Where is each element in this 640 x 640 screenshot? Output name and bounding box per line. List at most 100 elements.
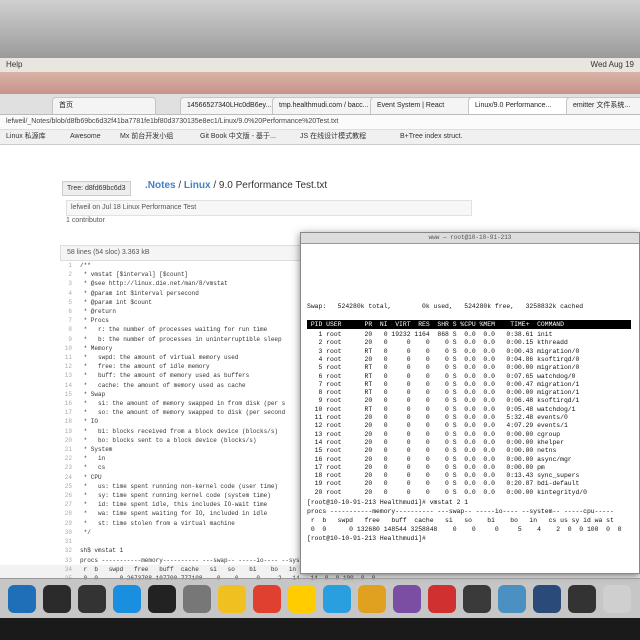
dock-app-icon[interactable] [358, 585, 386, 613]
code-text: * free: the amount of idle memory [80, 363, 210, 371]
terminal-window[interactable]: www — root@10-10-91-213 Swap: 524280k to… [300, 232, 640, 574]
contributors-count[interactable]: 1 contributor [66, 217, 105, 224]
code-text: * CPU [80, 473, 102, 481]
bookmark-item[interactable]: JS 在线设计模式教程 [300, 130, 366, 144]
line-number[interactable]: 11 [60, 353, 72, 362]
line-number[interactable]: 17 [60, 408, 72, 417]
line-number[interactable]: 6 [60, 307, 72, 316]
breadcrumb-folder[interactable]: Linux [184, 180, 211, 191]
line-number[interactable]: 24 [60, 473, 72, 482]
line-number[interactable]: 20 [60, 436, 72, 445]
process-row: 13 root 20 0 0 0 0 S 0.0 0.0 0:00.00 cgr… [307, 430, 561, 438]
code-line: 10 * Memory [60, 344, 320, 353]
dock-app-icon[interactable] [8, 585, 36, 613]
dock-app-icon[interactable] [603, 585, 631, 613]
code-text: sh$ vmstat 1 [80, 547, 124, 555]
dock-app-icon[interactable] [568, 585, 596, 613]
process-row: 6 root RT 0 0 0 0 S 0.0 0.0 0:07.65 watc… [307, 372, 576, 380]
dock-app-icon[interactable] [218, 585, 246, 613]
bookmark-item[interactable]: Git Book 中文版 - 基于... [200, 130, 276, 144]
code-text: * cs [80, 464, 106, 472]
background-wall [0, 0, 640, 58]
line-number[interactable]: 8 [60, 325, 72, 334]
dock-app-icon[interactable] [288, 585, 316, 613]
line-number[interactable]: 14 [60, 381, 72, 390]
code-text: * sy: time spent running kernel code (sy… [80, 492, 271, 500]
code-text: * id: time spent idle, this includes IO-… [80, 501, 268, 509]
dock-app-icon[interactable] [428, 585, 456, 613]
menu-help[interactable]: Help [6, 58, 22, 72]
line-number[interactable]: 9 [60, 335, 72, 344]
code-line: 6 * @return [60, 307, 320, 316]
line-number[interactable]: 16 [60, 399, 72, 408]
dock-app-icon[interactable] [533, 585, 561, 613]
dock [0, 578, 640, 618]
breadcrumb: .Notes / Linux / 9.0 Performance Test.tx… [145, 180, 328, 191]
line-number[interactable]: 27 [60, 500, 72, 509]
tab-linux-performance[interactable]: Linux/9.0 Performance... [468, 97, 578, 114]
dock-app-icon[interactable] [253, 585, 281, 613]
tab-home[interactable]: 首页 [52, 97, 156, 114]
dock-app-icon[interactable] [148, 585, 176, 613]
code-line: 12 * free: the amount of idle memory [60, 362, 320, 371]
line-number[interactable]: 28 [60, 509, 72, 518]
line-number[interactable]: 2 [60, 270, 72, 279]
bookmark-item[interactable]: B+Tree index struct. [400, 130, 463, 144]
tab-emitter[interactable]: emitter 文件系统... [566, 97, 640, 114]
line-number[interactable]: 1 [60, 261, 72, 270]
line-number[interactable]: 15 [60, 390, 72, 399]
code-line: 15 * Swap [60, 390, 320, 399]
line-number[interactable]: 18 [60, 417, 72, 426]
process-row: 5 root RT 0 0 0 0 S 0.0 0.0 0:00.00 migr… [307, 364, 580, 372]
code-text: * @return [80, 308, 117, 316]
line-number[interactable]: 25 [60, 482, 72, 491]
line-number[interactable]: 32 [60, 546, 72, 555]
code-text: * st: time stolen from a virtual machine [80, 519, 235, 527]
line-number[interactable]: 21 [60, 445, 72, 454]
line-number[interactable]: 30 [60, 528, 72, 537]
breadcrumb-repo[interactable]: .Notes [145, 180, 176, 191]
address-bar[interactable]: lefweil/_Notes/blob/d8fb69bc6d32f41ba778… [0, 115, 640, 130]
dock-app-icon[interactable] [113, 585, 141, 613]
tab-file[interactable]: 14566527340LHc0dB6ey... [180, 97, 286, 114]
terminal-title: www — root@10-10-91-213 [301, 233, 639, 244]
process-row: 18 root 20 0 0 0 0 S 0.0 0.0 0:13.43 syn… [307, 472, 580, 480]
shell-prompt[interactable]: [root@10-10-91-213 Healthmudi]# [307, 535, 430, 542]
address-url[interactable]: lefweil/_Notes/blob/d8fb69bc6d32f41ba778… [6, 115, 338, 129]
line-number[interactable]: 31 [60, 537, 72, 546]
line-number[interactable]: 29 [60, 519, 72, 528]
line-number[interactable]: 4 [60, 289, 72, 298]
process-row: 20 root 20 0 0 0 0 S 0.0 0.0 0:00.00 kin… [307, 488, 587, 496]
line-number[interactable]: 7 [60, 316, 72, 325]
line-number[interactable]: 3 [60, 279, 72, 288]
line-number[interactable]: 12 [60, 362, 72, 371]
dock-app-icon[interactable] [498, 585, 526, 613]
line-number[interactable]: 23 [60, 463, 72, 472]
line-number[interactable]: 26 [60, 491, 72, 500]
dock-app-icon[interactable] [78, 585, 106, 613]
dock-app-icon[interactable] [323, 585, 351, 613]
code-text: * @param int $count [80, 298, 153, 306]
line-number[interactable]: 33 [60, 556, 72, 565]
line-number[interactable]: 34 [60, 565, 72, 574]
latest-commit[interactable]: lefweil on Jul 18 Linux Performance Test [66, 200, 472, 216]
code-text: */ [80, 528, 91, 536]
code-text: * bi: blocks received from a block devic… [80, 427, 279, 435]
line-number[interactable]: 22 [60, 454, 72, 463]
dock-app-icon[interactable] [393, 585, 421, 613]
bookmark-item[interactable]: Awesome [70, 130, 101, 144]
dock-app-icon[interactable] [463, 585, 491, 613]
line-number[interactable]: 5 [60, 298, 72, 307]
bookmark-item[interactable]: Linux 私源库 [6, 130, 46, 144]
branch-selector[interactable]: Tree: d8fd69bc6d3 [62, 181, 131, 196]
line-number[interactable]: 19 [60, 427, 72, 436]
code-line: 11 * swpd: the amount of virtual memory … [60, 353, 320, 362]
tab-tmp-healthmudi[interactable]: tmp.healthmudi.com / bacc... [272, 97, 382, 114]
tab-event-system[interactable]: Event System | React [370, 97, 480, 114]
bookmark-item[interactable]: Mx 前台开发小组 [120, 130, 173, 144]
line-number[interactable]: 10 [60, 344, 72, 353]
dock-app-icon[interactable] [183, 585, 211, 613]
swap-summary: Swap: 524280k total, 0k used, 524280k fr… [307, 303, 584, 310]
dock-app-icon[interactable] [43, 585, 71, 613]
line-number[interactable]: 13 [60, 371, 72, 380]
